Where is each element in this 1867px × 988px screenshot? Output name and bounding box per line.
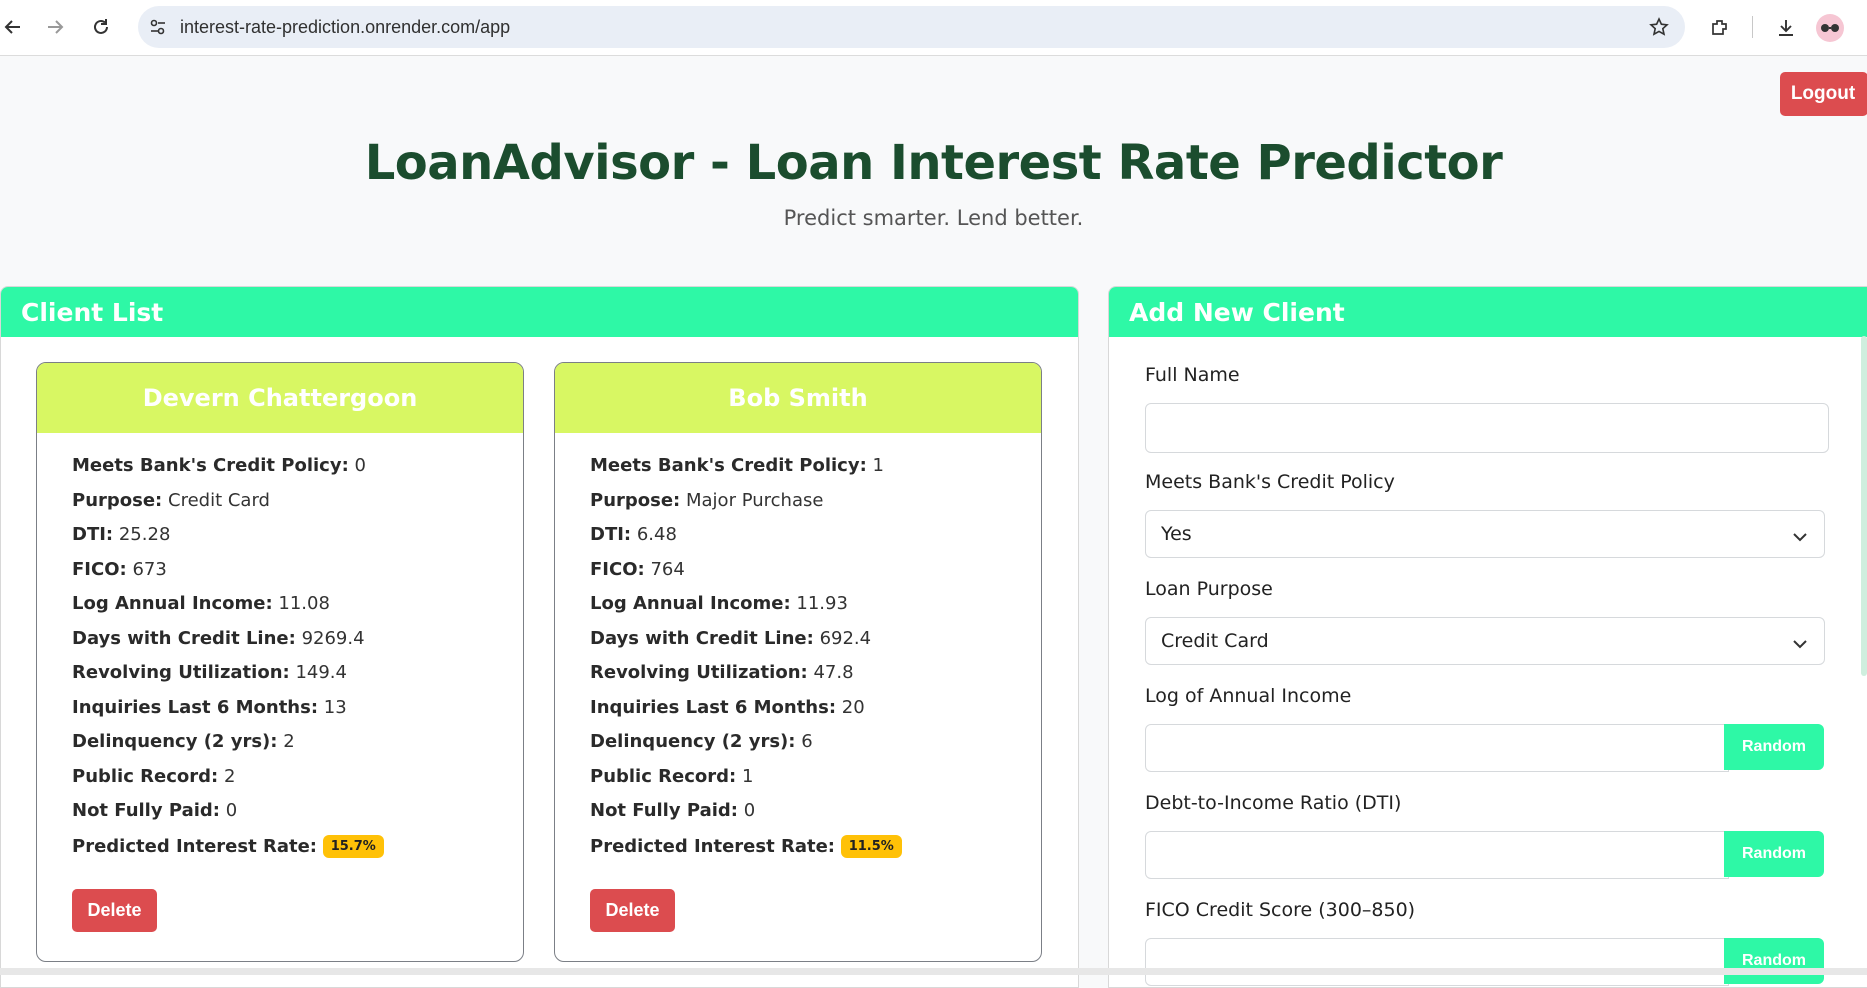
client-card: Devern Chattergoon Meets Bank's Credit P… bbox=[36, 362, 524, 962]
client-name: Bob Smith bbox=[555, 363, 1041, 433]
purpose-row: Purpose: Credit Card bbox=[72, 489, 270, 511]
client-card: Bob Smith Meets Bank's Credit Policy: 1 … bbox=[554, 362, 1042, 962]
public-record-row: Public Record: 1 bbox=[590, 765, 754, 787]
client-name: Devern Chattergoon bbox=[37, 363, 523, 433]
policy-label: Meets Bank's Credit Policy bbox=[1145, 471, 1395, 493]
delinquency-row: Delinquency (2 yrs): 2 bbox=[72, 731, 295, 752]
log-income-input[interactable] bbox=[1145, 724, 1729, 772]
purpose-label: Loan Purpose bbox=[1145, 578, 1273, 600]
dti-group: Random bbox=[1145, 831, 1825, 879]
fico-row: FICO: 673 bbox=[72, 558, 167, 580]
add-client-panel: Add New Client Full Name Meets Bank's Cr… bbox=[1108, 286, 1867, 988]
download-icon[interactable] bbox=[1772, 14, 1800, 42]
form-scrollbar[interactable] bbox=[1861, 336, 1867, 676]
policy-row: Meets Bank's Credit Policy: 1 bbox=[590, 455, 884, 476]
page-title: LoanAdvisor - Loan Interest Rate Predict… bbox=[364, 135, 1503, 191]
rate-badge: 15.7% bbox=[322, 834, 384, 858]
days-credit-row: Days with Credit Line: 9269.4 bbox=[72, 627, 365, 649]
public-record-row: Public Record: 2 bbox=[72, 765, 236, 787]
delete-button[interactable]: Delete bbox=[72, 889, 157, 932]
predicted-rate-row: Predicted Interest Rate: 15.7% bbox=[72, 834, 523, 870]
url-text[interactable]: interest-rate-prediction.onrender.com/ap… bbox=[180, 17, 510, 38]
extensions-icon[interactable] bbox=[1706, 14, 1734, 42]
add-client-heading: Add New Client bbox=[1109, 287, 1867, 337]
policy-select[interactable]: Yes bbox=[1145, 510, 1825, 558]
log-income-row: Log Annual Income: 11.93 bbox=[590, 593, 848, 614]
predicted-rate-row: Predicted Interest Rate: 11.5% bbox=[590, 834, 1041, 870]
random-log-income-button[interactable]: Random bbox=[1724, 724, 1824, 770]
revol-util-row: Revolving Utilization: 149.4 bbox=[72, 662, 347, 683]
inquiries-row: Inquiries Last 6 Months: 13 bbox=[72, 696, 347, 718]
fico-row: FICO: 764 bbox=[590, 558, 685, 580]
revol-util-row: Revolving Utilization: 47.8 bbox=[590, 662, 854, 683]
policy-select-value: Yes bbox=[1161, 523, 1192, 545]
full-name-input[interactable] bbox=[1145, 403, 1829, 453]
chevron-down-icon bbox=[1792, 526, 1808, 548]
inquiries-row: Inquiries Last 6 Months: 20 bbox=[590, 696, 865, 718]
policy-row: Meets Bank's Credit Policy: 0 bbox=[72, 455, 366, 476]
page-subtitle: Predict smarter. Lend better. bbox=[783, 206, 1084, 230]
random-fico-button[interactable]: Random bbox=[1724, 938, 1824, 984]
dti-label: Debt-to-Income Ratio (DTI) bbox=[1145, 792, 1402, 814]
full-name-label: Full Name bbox=[1145, 364, 1240, 386]
not-fully-paid-row: Not Fully Paid: 0 bbox=[72, 800, 238, 821]
rate-badge: 11.5% bbox=[840, 834, 902, 858]
reload-icon[interactable] bbox=[88, 14, 114, 40]
log-income-label: Log of Annual Income bbox=[1145, 685, 1352, 707]
site-settings-icon[interactable] bbox=[146, 15, 170, 39]
dti-input[interactable] bbox=[1145, 831, 1729, 879]
dti-row: DTI: 25.28 bbox=[72, 524, 171, 545]
delete-button[interactable]: Delete bbox=[590, 889, 675, 932]
log-income-row: Log Annual Income: 11.08 bbox=[72, 593, 330, 614]
purpose-select[interactable]: Credit Card bbox=[1145, 617, 1825, 665]
log-income-group: Random bbox=[1145, 724, 1825, 772]
delinquency-row: Delinquency (2 yrs): 6 bbox=[590, 731, 813, 752]
bookmark-star-icon[interactable] bbox=[1647, 15, 1671, 39]
chevron-down-icon bbox=[1792, 633, 1808, 655]
not-fully-paid-row: Not Fully Paid: 0 bbox=[590, 800, 756, 821]
toolbar-divider bbox=[1752, 16, 1753, 38]
fico-label: FICO Credit Score (300–850) bbox=[1145, 899, 1416, 921]
window-bottom-edge bbox=[0, 968, 1867, 975]
purpose-select-value: Credit Card bbox=[1161, 630, 1269, 652]
browser-toolbar: interest-rate-prediction.onrender.com/ap… bbox=[0, 0, 1867, 56]
dti-row: DTI: 6.48 bbox=[590, 524, 677, 545]
forward-arrow-icon[interactable] bbox=[42, 14, 68, 40]
fico-group: Random bbox=[1145, 938, 1825, 986]
purpose-row: Purpose: Major Purchase bbox=[590, 489, 824, 511]
profile-avatar[interactable] bbox=[1816, 14, 1844, 42]
client-list-heading: Client List bbox=[1, 287, 1078, 337]
back-arrow-icon[interactable] bbox=[0, 14, 26, 40]
logout-button[interactable]: Logout bbox=[1780, 72, 1867, 116]
fico-input[interactable] bbox=[1145, 938, 1729, 986]
days-credit-row: Days with Credit Line: 692.4 bbox=[590, 627, 872, 649]
address-bar[interactable]: interest-rate-prediction.onrender.com/ap… bbox=[138, 6, 1685, 48]
random-dti-button[interactable]: Random bbox=[1724, 831, 1824, 877]
